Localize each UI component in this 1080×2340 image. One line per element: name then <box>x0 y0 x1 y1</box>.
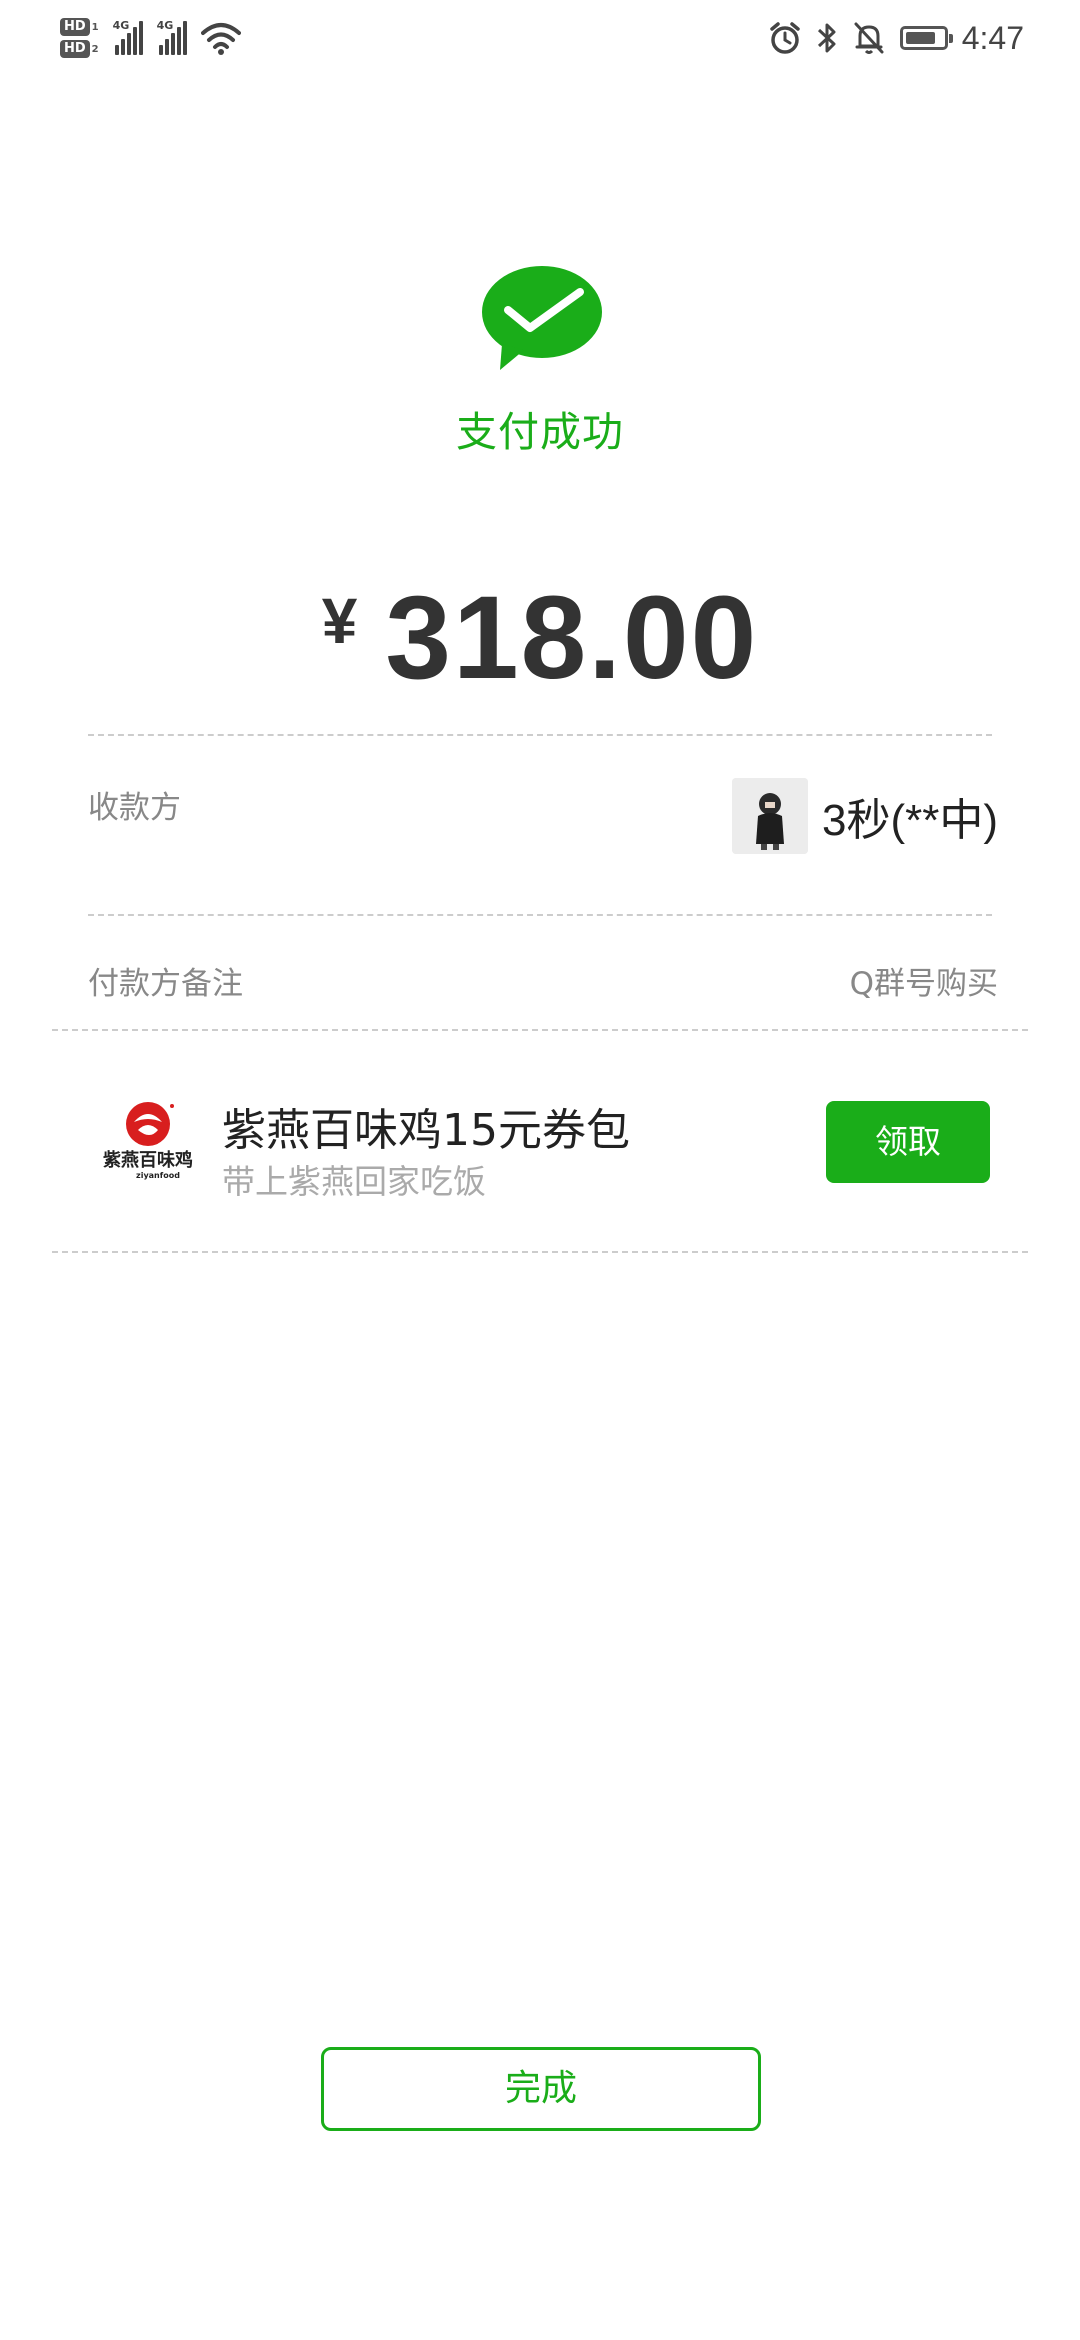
payer-note-value: Q群号购买 <box>849 966 998 1002</box>
ziyan-brand-logo-icon: 紫燕百味鸡 ziyanfood <box>103 1102 193 1180</box>
hd-sim2-index: 2 <box>91 43 99 55</box>
signal-strength-icon-sim2: 4G <box>156 19 187 55</box>
clock-time: 4:47 <box>961 19 1024 56</box>
hd-sim2-label: HD <box>60 40 90 58</box>
promo-logo-subtext: ziyanfood <box>136 1171 180 1180</box>
payment-status-title: 支付成功 <box>456 408 624 456</box>
currency-symbol: ¥ <box>321 585 358 657</box>
avatar[interactable] <box>731 778 808 854</box>
wechat-pay-logo-icon <box>482 266 602 370</box>
payee-name: 3秒(**中) <box>821 796 998 845</box>
divider-amount <box>88 734 992 736</box>
bluetooth-icon <box>817 23 836 53</box>
alarm-icon <box>769 22 800 54</box>
hd-sim1-label: HD <box>60 18 90 36</box>
divider-promo <box>52 1251 1028 1253</box>
payee-info[interactable]: 3秒(**中) <box>731 778 998 854</box>
battery-icon <box>899 26 953 50</box>
status-bar-right: 4:47 <box>768 10 1024 66</box>
hd-sim1-badge: HD 1 <box>60 18 99 36</box>
payment-amount: ¥318.00 <box>0 570 1080 706</box>
signal-strength-icon-sim1: 4G <box>112 19 143 55</box>
status-bar-left: HD 1 HD 2 4G 4G <box>60 8 241 68</box>
hd-indicators: HD 1 HD 2 <box>60 18 99 58</box>
payee-label: 收款方 <box>88 790 181 826</box>
divider-payee <box>88 914 992 916</box>
bell-off-icon <box>854 22 884 54</box>
promo-subtitle: 带上紫燕回家吃饭 <box>222 1162 486 1201</box>
wifi-icon <box>200 23 241 55</box>
network-type-sim2: 4G <box>156 19 174 32</box>
hd-sim1-index: 1 <box>91 21 99 33</box>
promo-logo-text: 紫燕百味鸡 <box>103 1149 193 1171</box>
network-type-sim1: 4G <box>112 19 130 32</box>
avatar-figure-icon <box>731 778 808 854</box>
payer-note-label: 付款方备注 <box>88 966 243 1002</box>
divider-note <box>52 1029 1028 1031</box>
amount-value: 318.00 <box>385 572 759 704</box>
promo-title: 紫燕百味鸡15元券包 <box>222 1105 630 1156</box>
claim-coupon-button[interactable]: 领取 <box>826 1101 990 1183</box>
done-button[interactable]: 完成 <box>321 2047 761 2131</box>
status-bar: HD 1 HD 2 4G 4G 4:47 <box>0 0 1080 72</box>
hd-sim2-badge: HD 2 <box>60 40 99 58</box>
battery-level-fill <box>905 32 935 44</box>
